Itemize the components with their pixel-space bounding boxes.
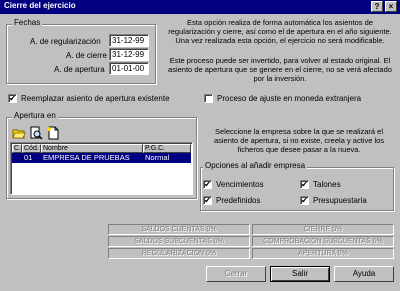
ajuste-moneda-label: Proceso de ajuste en moneda extranjera <box>217 94 362 103</box>
column-header-pgc[interactable]: P.G.C. <box>143 144 191 153</box>
description-text-1: Esta opción realiza de forma automática … <box>168 18 392 45</box>
column-header-cod[interactable]: Cód. <box>22 144 41 153</box>
description-text-2: Este proceso puede ser invertido, para v… <box>168 56 392 83</box>
cierre-date-input[interactable]: 31-12-99 <box>109 48 149 61</box>
title-bar: Cierre del ejercicio ? × <box>0 0 400 14</box>
checkmark-icon: ✔ <box>301 180 308 189</box>
apertura-en-legend: Apertura en <box>12 111 58 120</box>
company-list[interactable]: C. Cód. Nombre P.G.C. 01 EMPRESA DE PRUE… <box>10 142 193 195</box>
saldos-subcuentas-status: SALDOS SUBCUENTAS 0% <box>108 236 250 247</box>
open-folder-icon[interactable] <box>12 126 26 140</box>
close-button[interactable]: × <box>385 1 397 12</box>
row-nombre: EMPRESA DE PRUEBAS <box>43 153 130 162</box>
search-document-icon[interactable] <box>29 126 43 140</box>
vencimientos-label: Vencimientos <box>216 180 264 189</box>
cerrar-button[interactable]: Cerrar <box>206 266 266 282</box>
ajuste-moneda-checkbox[interactable] <box>204 94 213 103</box>
reemplazar-checkbox[interactable]: ✔ <box>8 94 17 103</box>
column-header-c[interactable]: C. <box>12 144 22 153</box>
checkmark-icon: ✔ <box>204 196 211 205</box>
opciones-empresa-legend: Opciones al añadir empresa <box>203 161 308 170</box>
reemplazar-label: Reemplazar asiento de apertura existente <box>21 94 170 103</box>
vencimientos-checkbox[interactable]: ✔ <box>203 180 212 189</box>
predefinidos-label: Predefinidos <box>216 196 261 205</box>
apertura-status: APERTURA 0% <box>252 248 394 259</box>
presupuestaria-checkbox[interactable]: ✔ <box>300 196 309 205</box>
regularizacion-status: REGULARIZACION 0% <box>108 248 250 259</box>
presupuestaria-label: Presupuestaria <box>313 196 367 205</box>
fechas-legend: Fechas <box>12 18 43 27</box>
checkmark-icon: ✔ <box>9 94 16 103</box>
checkmark-icon: ✔ <box>204 180 211 189</box>
cierre-status: CIERRE 0% <box>252 224 394 235</box>
regularizacion-label: A. de regularización <box>30 37 101 46</box>
saldos-cuentas-status: SALDOS CUENTAS 0% <box>108 224 250 235</box>
window-title: Cierre del ejercicio <box>4 1 76 10</box>
table-row[interactable]: 01 EMPRESA DE PRUEBAS Normal <box>12 153 191 163</box>
salir-button[interactable]: Salir <box>270 266 330 282</box>
select-company-help-text: Seleccione la empresa sobre la que se re… <box>213 127 385 154</box>
comprobacion-subcuentas-status: COMPROBACION SUBCUENTAS 0% <box>252 236 394 247</box>
cierre-label: A. de cierre <box>66 51 107 60</box>
row-pgc: Normal <box>145 153 170 162</box>
checkmark-icon: ✔ <box>301 196 308 205</box>
talones-checkbox[interactable]: ✔ <box>300 180 309 189</box>
apertura-date-input[interactable]: 01-01-00 <box>109 62 149 75</box>
predefinidos-checkbox[interactable]: ✔ <box>203 196 212 205</box>
ayuda-button[interactable]: Ayuda <box>334 266 394 282</box>
new-document-icon[interactable] <box>46 126 60 140</box>
apertura-label: A. de apertura <box>54 65 105 74</box>
regularizacion-date-input[interactable]: 31-12-99 <box>109 34 149 47</box>
help-button[interactable]: ? <box>371 1 383 12</box>
column-header-nombre[interactable]: Nombre <box>41 144 143 153</box>
talones-label: Talones <box>313 180 341 189</box>
row-cod: 01 <box>24 153 33 162</box>
